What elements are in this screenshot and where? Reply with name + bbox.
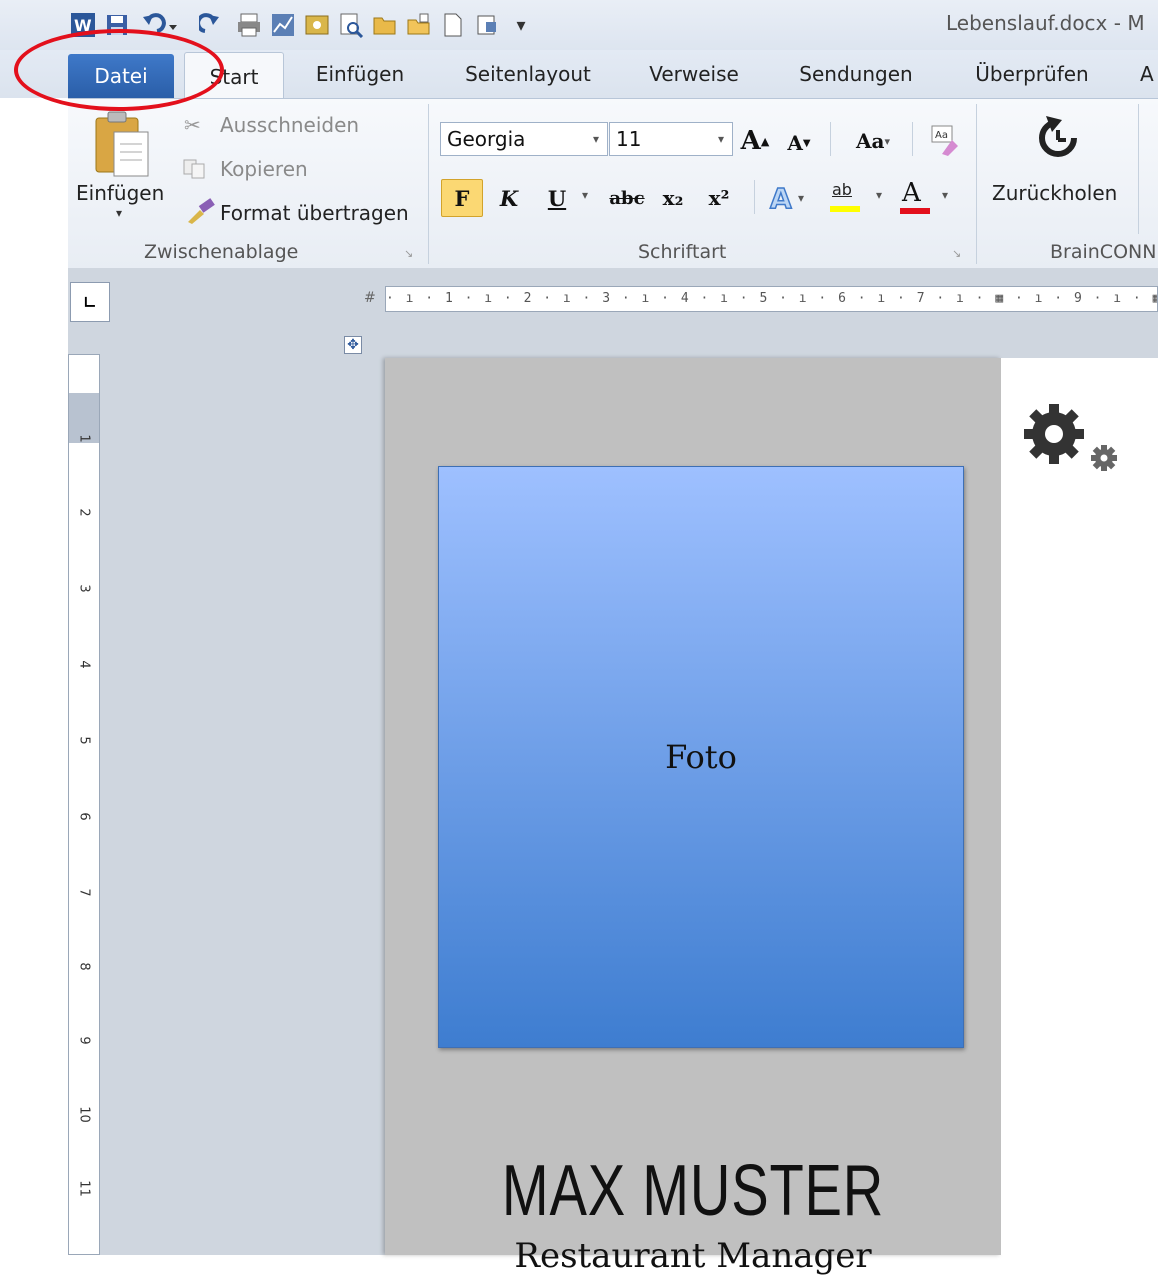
separator (912, 122, 913, 156)
copy-icon (182, 158, 208, 184)
font-color-swatch (900, 208, 930, 214)
tab-insert[interactable]: Einfügen (306, 50, 414, 98)
font-size-value: 11 (616, 127, 642, 151)
gear-icon (1020, 400, 1124, 484)
chart-icon[interactable] (268, 8, 298, 42)
font-group-label: Schriftart (638, 241, 727, 263)
ruler-number: 8 (76, 962, 92, 971)
paste-icon[interactable] (88, 108, 154, 184)
tab-references[interactable]: Verweise (636, 50, 752, 98)
svg-text:▾: ▾ (798, 191, 804, 205)
grow-font-button[interactable]: A ▲ (738, 124, 772, 158)
attach-icon[interactable] (472, 8, 502, 42)
superscript-button[interactable]: x² (702, 181, 736, 215)
underline-button[interactable]: U (540, 181, 574, 215)
window-title: Lebenslauf.docx - M (946, 11, 1145, 35)
group-separator (428, 104, 429, 264)
italic-button[interactable]: K (492, 181, 526, 215)
tab-more[interactable]: A (1140, 50, 1158, 98)
ruler-number: 6 (76, 812, 92, 821)
paste-button[interactable]: Einfügen (76, 181, 164, 205)
restore-button[interactable]: Zurückholen (992, 181, 1117, 205)
group-separator (1138, 104, 1139, 234)
clipboard-group-label: Zwischenablage (144, 241, 299, 263)
photo-label: Foto (665, 738, 737, 776)
resume-main-column (1001, 358, 1158, 1255)
font-launcher-icon[interactable]: ↘ (952, 247, 961, 260)
cut-button[interactable]: Ausschneiden (220, 113, 359, 137)
folder-icon[interactable] (404, 8, 434, 42)
picture-icon[interactable] (302, 8, 332, 42)
tab-mailings[interactable]: Sendungen (784, 50, 928, 98)
word-icon[interactable]: W (68, 8, 98, 42)
ruler-number: 1 (76, 434, 92, 443)
separator (754, 180, 755, 214)
save-icon[interactable] (102, 8, 132, 42)
open-icon[interactable] (370, 8, 400, 42)
underline-dropdown-icon[interactable]: ▾ (582, 188, 588, 202)
table-move-handle-icon[interactable]: ✥ (344, 336, 362, 354)
resume-job-title[interactable]: Restaurant Manager (385, 1236, 1001, 1276)
font-name-value: Georgia (447, 127, 526, 151)
restore-icon[interactable] (1030, 110, 1086, 170)
change-case-button[interactable]: Aa ▾ (846, 124, 900, 158)
ruler-number: 3 (76, 584, 92, 593)
undo-icon[interactable] (136, 8, 182, 42)
svg-text:A: A (770, 182, 792, 214)
ruler-number: 7 (76, 888, 92, 897)
format-painter-icon (186, 198, 216, 228)
font-color-label: A (902, 178, 921, 208)
ruler-number: 9 (76, 1036, 92, 1045)
ruler-number: 2 (76, 508, 92, 517)
clear-formatting-icon[interactable]: Aa (928, 124, 960, 160)
bold-button[interactable]: F (441, 179, 483, 217)
horizontal-ruler[interactable]: · ı · 1 · ı · 2 · ı · 3 · ı · 4 · ı · 5 … (385, 286, 1158, 312)
tab-page-layout[interactable]: Seitenlayout (452, 50, 604, 98)
tab-start[interactable]: Start (184, 52, 284, 101)
new-doc-icon[interactable] (438, 8, 468, 42)
resume-name[interactable]: MAX MUSTER (453, 1150, 933, 1232)
svg-text:Aa: Aa (935, 130, 948, 141)
tab-stop-selector-icon[interactable]: ∟ (70, 282, 110, 322)
photo-placeholder[interactable]: Foto (438, 466, 964, 1048)
group-separator (976, 104, 977, 264)
subscript-button[interactable]: x₂ (656, 181, 690, 215)
chevron-down-icon: ▾ (717, 132, 724, 146)
brainconnect-group-label: BrainCONN (1050, 241, 1157, 263)
highlight-dropdown-icon[interactable]: ▾ (876, 188, 882, 202)
font-size-combo[interactable]: 11 ▾ (609, 122, 733, 156)
tab-review[interactable]: Überprüfen (962, 50, 1102, 98)
redo-icon[interactable] (196, 8, 226, 42)
svg-text:W: W (74, 16, 92, 35)
customize-qat-icon[interactable]: ▾ (506, 8, 536, 42)
print-preview-icon[interactable] (336, 8, 366, 42)
ruler-number: 11 (76, 1180, 92, 1197)
ruler-number: 5 (76, 736, 92, 745)
shrink-font-button[interactable]: A ▼ (782, 126, 816, 160)
scissors-icon: ✂ (184, 113, 201, 137)
font-color-dropdown-icon[interactable]: ▾ (942, 188, 948, 202)
vertical-ruler[interactable]: 1 2 3 4 5 6 7 8 9 10 11 (68, 354, 100, 1255)
font-color-button[interactable]: A (898, 178, 938, 216)
text-effects-icon[interactable]: A ▾ (768, 181, 814, 218)
separator (830, 122, 831, 156)
font-name-combo[interactable]: Georgia ▾ (440, 122, 608, 156)
clipboard-launcher-icon[interactable]: ↘ (404, 247, 413, 260)
tab-file[interactable]: Datei (68, 54, 174, 98)
ruler-number: 4 (76, 660, 92, 669)
ruler-number: 10 (76, 1106, 92, 1123)
chevron-down-icon: ▾ (592, 132, 599, 146)
paste-dropdown-icon[interactable]: ▾ (116, 206, 122, 220)
format-painter-button[interactable]: Format übertragen (220, 201, 409, 225)
print-icon[interactable] (234, 8, 264, 42)
highlight-color-swatch (830, 206, 860, 212)
highlight-button[interactable]: ab (828, 180, 868, 216)
copy-button[interactable]: Kopieren (220, 157, 308, 181)
column-marker-icon: # (364, 290, 376, 306)
strikethrough-button[interactable]: abc (604, 181, 650, 215)
highlight-label: ab (832, 180, 852, 199)
